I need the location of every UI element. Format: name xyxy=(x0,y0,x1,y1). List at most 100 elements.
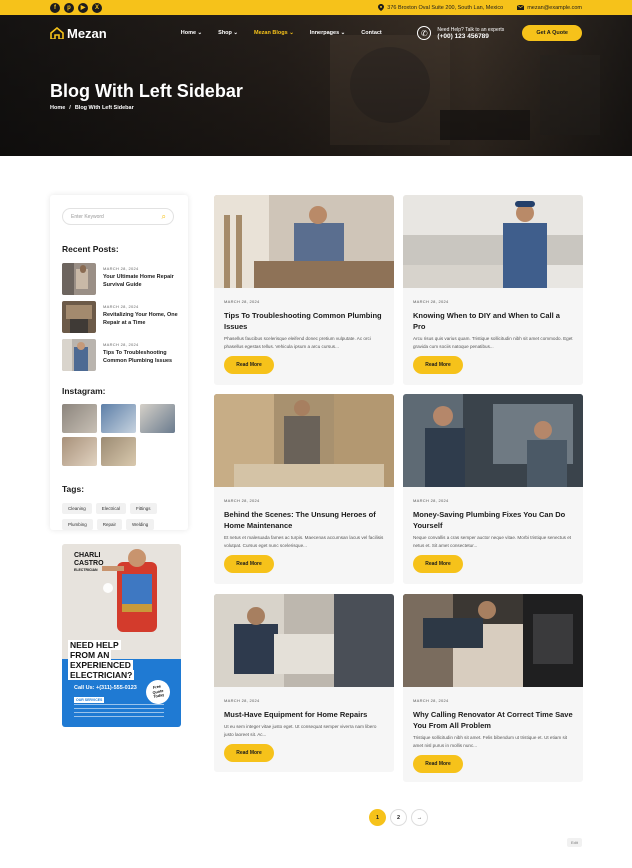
post-image[interactable] xyxy=(214,594,394,687)
breadcrumb-current: Blog With Left Sidebar xyxy=(74,105,134,111)
nav-menu: Home ⌄ Shop ⌄ Mezan Blogs ⌄ Innerpages ⌄… xyxy=(181,30,382,36)
search-input[interactable]: Enter Keyword ⌕ xyxy=(62,208,174,225)
envelope-icon xyxy=(517,5,525,10)
nav-item-innerpages[interactable]: Innerpages ⌄ xyxy=(310,30,345,36)
recent-post-item[interactable]: MARCH 28, 2024 Your Ultimate Home Repair… xyxy=(62,263,182,295)
house-logo-icon xyxy=(50,27,64,39)
recent-post-title[interactable]: Tips To Troubleshooting Common Plumbing … xyxy=(103,350,182,365)
x-icon[interactable]: X xyxy=(92,2,102,13)
pagination-next-arrow-icon[interactable]: → xyxy=(411,809,428,826)
instagram-photo[interactable] xyxy=(62,437,97,466)
pagination-page-1[interactable]: 1 xyxy=(369,809,386,826)
post-date: MARCH 28, 2024 xyxy=(413,299,449,304)
logo-text: Mezan xyxy=(67,25,107,41)
help-contact: ✆ Need Help? Talk to an experts (+00) 12… xyxy=(417,26,504,40)
post-date: MARCH 28, 2024 xyxy=(224,299,260,304)
tag-item[interactable]: Welding xyxy=(126,519,155,530)
instagram-photo[interactable] xyxy=(101,437,136,466)
read-more-button[interactable]: Read More xyxy=(413,755,463,773)
search-icon[interactable]: ⌕ xyxy=(162,212,166,222)
promo-call[interactable]: Call Us: +(311)-555-0123 xyxy=(74,685,137,691)
hero-banner: Mezan Home ⌄ Shop ⌄ Mezan Blogs ⌄ Innerp… xyxy=(0,15,632,156)
recent-post-title[interactable]: Revitalizing Your Home, One Repair at a … xyxy=(103,312,182,327)
help-text: Need Help? Talk to an experts xyxy=(437,26,505,33)
post-date: MARCH 28, 2024 xyxy=(224,498,260,503)
post-title[interactable]: Money-Saving Plumbing Fixes You Can Do Y… xyxy=(413,509,573,531)
tag-item[interactable]: Fittings xyxy=(130,503,157,514)
recent-post-date: MARCH 28, 2024 xyxy=(103,304,139,309)
recent-post-item[interactable]: MARCH 28, 2024 Tips To Troubleshooting C… xyxy=(62,339,182,371)
post-title[interactable]: Why Calling Renovator At Correct Time Sa… xyxy=(413,709,573,731)
post-excerpt: Phasellus faucibus scelerisque eleifend … xyxy=(224,336,371,349)
read-more-button[interactable]: Read More xyxy=(413,356,463,374)
nav-item-home[interactable]: Home ⌄ xyxy=(181,30,202,36)
edit-badge[interactable]: Edit xyxy=(567,838,582,847)
phone-number[interactable]: (+00) 123 456789 xyxy=(437,33,504,40)
location-pin-icon xyxy=(378,4,385,11)
post-image[interactable] xyxy=(403,195,583,288)
recent-post-title[interactable]: Your Ultimate Home Repair Survival Guide xyxy=(103,274,182,289)
address-item: 376 Broxton Oval Suite 200, South Lan, M… xyxy=(378,4,503,11)
read-more-button[interactable]: Read More xyxy=(224,356,274,374)
instagram-photo[interactable] xyxy=(62,404,97,433)
instagram-photo[interactable] xyxy=(140,404,175,433)
recent-post-thumbnail[interactable] xyxy=(62,339,96,371)
instagram-photo[interactable] xyxy=(101,404,136,433)
nav-item-mezan-blogs[interactable]: Mezan Blogs ⌄ xyxy=(254,30,294,36)
email-text[interactable]: mezan@example.com xyxy=(527,5,582,11)
electrician-promo-banner[interactable]: CHARLI CASTRO ELECTRICIAN NEED HELP FROM… xyxy=(62,544,181,727)
pagination-page-2[interactable]: 2 xyxy=(390,809,407,826)
email-item[interactable]: mezan@example.com xyxy=(517,5,582,11)
post-excerpt: Et netus et malesuada fames ac turpis. M… xyxy=(224,535,384,548)
post-image[interactable] xyxy=(403,594,583,687)
promo-name-line: CHARLI xyxy=(74,552,101,559)
recent-post-item[interactable]: MARCH 28, 2024 Revitalizing Your Home, O… xyxy=(62,301,182,333)
address-text: 376 Broxton Oval Suite 200, South Lan, M… xyxy=(387,4,504,11)
post-excerpt: Neque convallis a cras semper auctor neq… xyxy=(413,535,572,548)
tag-item[interactable]: Repair xyxy=(96,519,123,530)
promo-headline-line: ELECTRICIAN? xyxy=(68,670,135,680)
top-bar: f p ▶ X 376 Broxton Oval Suite 200, Sout… xyxy=(0,0,632,15)
post-title[interactable]: Must-Have Equipment for Home Repairs xyxy=(224,709,384,720)
recent-post-thumbnail[interactable] xyxy=(62,301,96,333)
post-title[interactable]: Knowing When to DIY and When to Call a P… xyxy=(413,310,573,332)
post-image[interactable] xyxy=(403,394,583,487)
tags-heading: Tags: xyxy=(62,484,85,494)
search-placeholder: Enter Keyword xyxy=(71,213,104,220)
post-date: MARCH 28, 2024 xyxy=(413,498,449,503)
recent-posts-heading: Recent Posts: xyxy=(62,244,119,254)
youtube-icon[interactable]: ▶ xyxy=(78,2,88,13)
post-title[interactable]: Behind the Scenes: The Unsung Heroes of … xyxy=(224,509,384,531)
post-image[interactable] xyxy=(214,394,394,487)
promo-headline-line: FROM AN xyxy=(68,650,112,660)
read-more-button[interactable]: Read More xyxy=(224,555,274,573)
breadcrumb-home[interactable]: Home xyxy=(50,105,65,111)
breadcrumb-separator: / xyxy=(69,105,71,111)
nav-item-contact[interactable]: Contact xyxy=(361,30,381,36)
post-title[interactable]: Tips To Troubleshooting Common Plumbing … xyxy=(224,310,384,332)
post-image[interactable] xyxy=(214,195,394,288)
blog-post-card: MARCH 28, 2024 Why Calling Renovator At … xyxy=(403,594,583,782)
nav-item-shop[interactable]: Shop ⌄ xyxy=(218,30,238,36)
badge-line: Today xyxy=(153,693,165,700)
get-a-quote-button[interactable]: Get A Quote xyxy=(522,25,582,41)
promo-headline-line: EXPERIENCED xyxy=(68,660,133,670)
blog-post-card: MARCH 28, 2024 Knowing When to DIY and W… xyxy=(403,195,583,385)
facebook-icon[interactable]: f xyxy=(50,2,60,13)
blog-post-card: MARCH 28, 2024 Money-Saving Plumbing Fix… xyxy=(403,394,583,584)
tag-item[interactable]: Cleaning xyxy=(62,503,92,514)
tag-cloud: Cleaning Electrical Fittings Plumbing Re… xyxy=(62,503,182,530)
tag-item[interactable]: Electrical xyxy=(95,503,127,514)
tag-item[interactable]: Plumbing xyxy=(62,519,93,530)
instagram-grid xyxy=(62,404,175,466)
site-logo[interactable]: Mezan xyxy=(50,26,107,41)
read-more-button[interactable]: Read More xyxy=(224,744,274,762)
post-date: MARCH 28, 2024 xyxy=(224,698,260,703)
blog-post-card: MARCH 28, 2024 Behind the Scenes: The Un… xyxy=(214,394,394,584)
promo-headline: NEED HELP FROM AN EXPERIENCED ELECTRICIA… xyxy=(68,640,135,680)
pinterest-icon[interactable]: p xyxy=(64,2,74,13)
recent-post-date: MARCH 28, 2024 xyxy=(103,342,139,347)
recent-post-thumbnail[interactable] xyxy=(62,263,96,295)
promo-name: CHARLI CASTRO ELECTRICIAN xyxy=(74,552,104,573)
read-more-button[interactable]: Read More xyxy=(413,555,463,573)
